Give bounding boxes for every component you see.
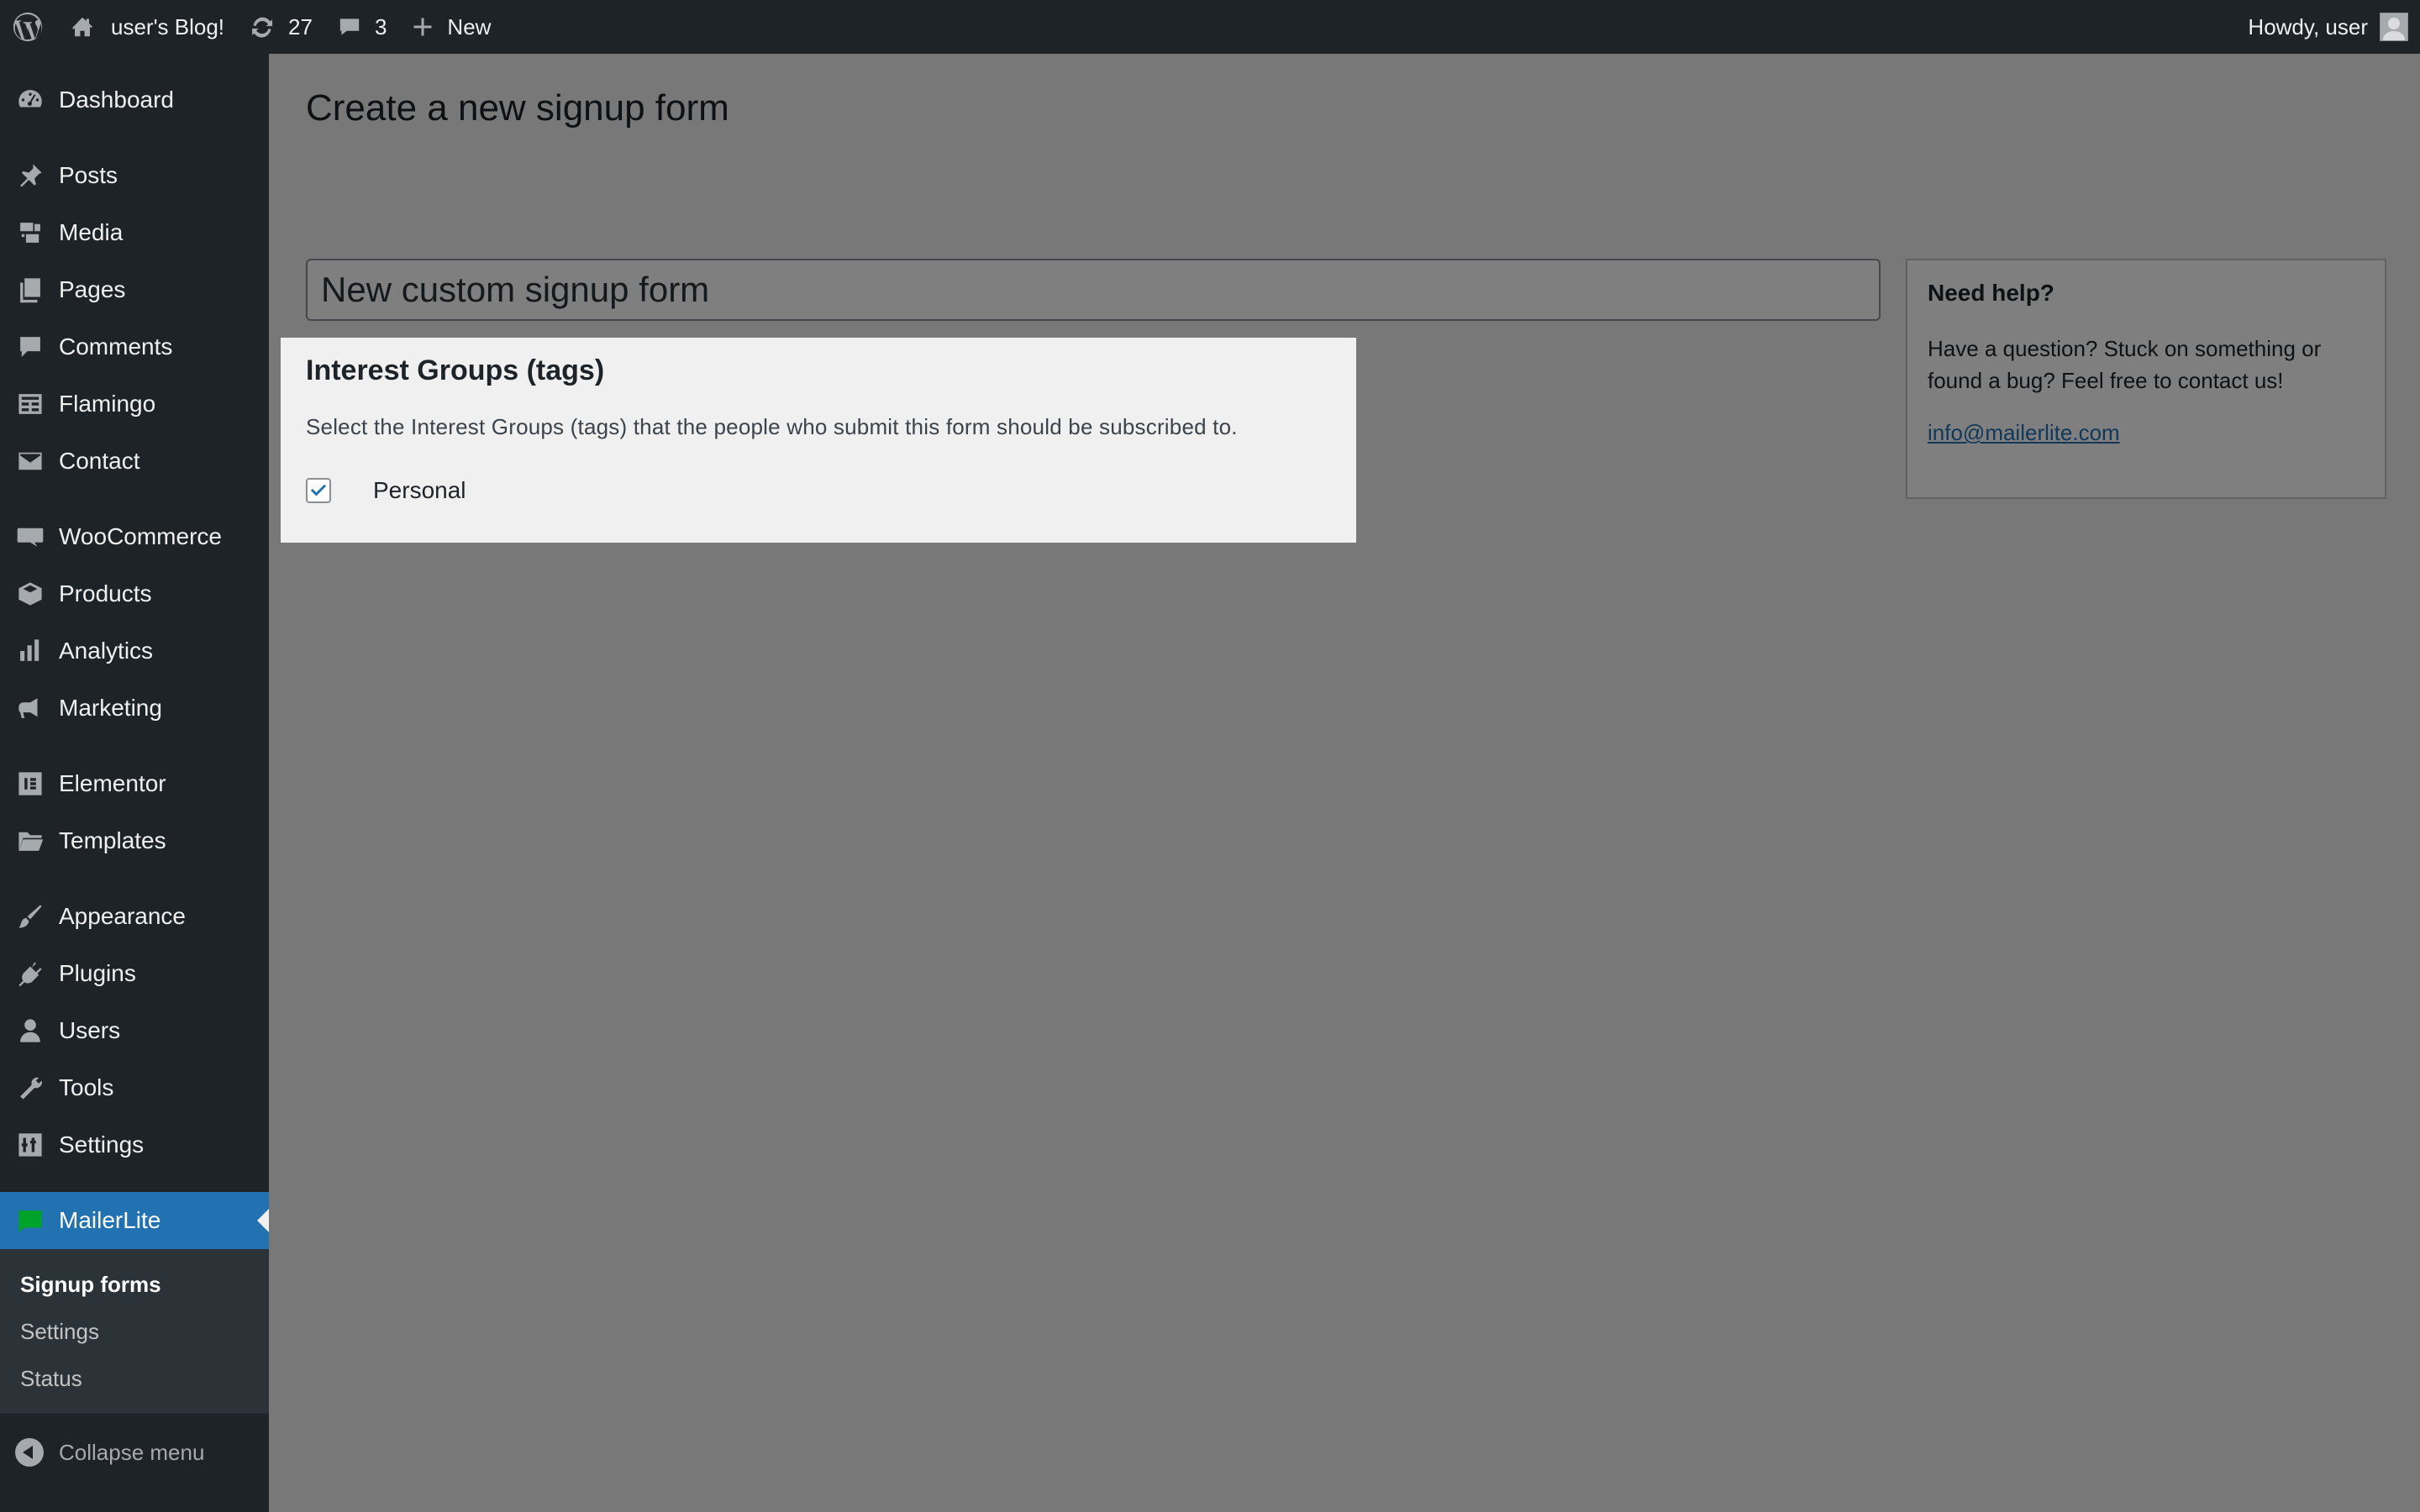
megaphone-icon	[15, 693, 45, 723]
sidebar-item-label: Elementor	[59, 770, 166, 796]
dashboard-icon	[15, 85, 45, 115]
sidebar-item-label: MailerLite	[59, 1207, 161, 1233]
howdy-text: Howdy, user	[2248, 13, 2368, 39]
new-content-link[interactable]: New	[398, 0, 502, 54]
plug-icon	[15, 958, 45, 989]
comments-count: 3	[374, 13, 387, 39]
sidebar-item-flamingo[interactable]: Flamingo	[0, 375, 269, 433]
sidebar-item-label: Dashboard	[59, 87, 174, 113]
submenu-signup-forms[interactable]: Signup forms	[0, 1261, 269, 1308]
admin-sidebar: Dashboard Posts Media Pages Comments Fla…	[0, 54, 269, 1512]
modal-overlay[interactable]	[269, 54, 2420, 1512]
mailerlite-submenu: Signup forms Settings Status	[0, 1249, 269, 1414]
sidebar-item-label: Media	[59, 219, 124, 245]
sidebar-item-label: Products	[59, 580, 152, 606]
sidebar-item-contact[interactable]: Contact	[0, 433, 269, 490]
sidebar-item-label: Marketing	[59, 695, 162, 721]
media-icon	[15, 218, 45, 248]
submenu-settings[interactable]: Settings	[0, 1308, 269, 1355]
sidebar-item-analytics[interactable]: Analytics	[0, 622, 269, 680]
elementor-icon	[15, 769, 45, 799]
sidebar-item-label: Settings	[59, 1131, 145, 1158]
panel-title: Interest Groups (tags)	[306, 354, 605, 386]
wordpress-logo-icon[interactable]	[0, 0, 57, 54]
sidebar-item-comments[interactable]: Comments	[0, 318, 269, 375]
user-icon	[15, 1016, 45, 1046]
sidebar-item-label: Plugins	[59, 960, 136, 986]
mailerlite-icon	[15, 1205, 45, 1236]
collapse-icon	[15, 1438, 44, 1467]
site-name: user's Blog!	[111, 13, 225, 39]
sidebar-item-label: Posts	[59, 162, 118, 188]
sliders-icon	[15, 1130, 45, 1160]
sidebar-item-dashboard[interactable]: Dashboard	[0, 71, 269, 129]
flamingo-icon	[15, 389, 45, 419]
sidebar-item-products[interactable]: Products	[0, 565, 269, 622]
brush-icon	[15, 901, 45, 932]
sidebar-item-templates[interactable]: Templates	[0, 812, 269, 869]
plus-icon	[413, 18, 432, 36]
sidebar-item-users[interactable]: Users	[0, 1002, 269, 1059]
wrench-icon	[15, 1073, 45, 1103]
avatar	[2380, 13, 2408, 41]
sidebar-item-tools[interactable]: Tools	[0, 1059, 269, 1116]
interest-groups-panel: Interest Groups (tags) Select the Intere…	[281, 338, 1356, 543]
pages-icon	[15, 275, 45, 305]
updates-link[interactable]: 27	[236, 0, 324, 54]
box-icon	[15, 579, 45, 609]
sidebar-item-label: Comments	[59, 333, 173, 360]
admin-bar: user's Blog! 27 3 New Howdy, user	[0, 0, 2420, 54]
sidebar-item-label: Pages	[59, 276, 126, 302]
mail-icon	[15, 446, 45, 476]
sidebar-item-pages[interactable]: Pages	[0, 261, 269, 318]
checkbox-label: Personal	[373, 477, 466, 503]
personal-checkbox[interactable]	[306, 478, 331, 503]
sidebar-item-label: Tools	[59, 1074, 114, 1100]
site-name-link[interactable]: user's Blog!	[57, 0, 236, 54]
interest-group-option: Personal	[306, 477, 1331, 504]
sidebar-item-woocommerce[interactable]: WooCommerce	[0, 508, 269, 565]
sidebar-item-label: Contact	[59, 448, 140, 474]
folder-icon	[15, 826, 45, 856]
sidebar-item-label: Users	[59, 1017, 121, 1043]
comments-link[interactable]: 3	[324, 0, 398, 54]
sidebar-item-label: Appearance	[59, 903, 187, 929]
sidebar-item-posts[interactable]: Posts	[0, 147, 269, 204]
woo-icon	[15, 522, 45, 552]
account-menu[interactable]: Howdy, user	[2236, 0, 2420, 54]
sidebar-item-media[interactable]: Media	[0, 204, 269, 261]
bar-chart-icon	[15, 636, 45, 666]
sidebar-item-label: Analytics	[59, 638, 154, 664]
sidebar-item-marketing[interactable]: Marketing	[0, 680, 269, 737]
collapse-menu-button[interactable]: Collapse menu	[0, 1420, 269, 1484]
comment-icon	[15, 332, 45, 362]
sidebar-item-label: WooCommerce	[59, 523, 222, 549]
sidebar-item-elementor[interactable]: Elementor	[0, 755, 269, 812]
update-icon	[252, 17, 273, 38]
sidebar-item-mailerlite[interactable]: MailerLite	[0, 1192, 269, 1249]
panel-description: Select the Interest Groups (tags) that t…	[306, 414, 1238, 439]
sidebar-item-appearance[interactable]: Appearance	[0, 888, 269, 945]
sidebar-item-label: Templates	[59, 827, 166, 853]
submenu-status[interactable]: Status	[0, 1355, 269, 1402]
sidebar-item-label: Flamingo	[59, 391, 156, 417]
checkmark-icon	[310, 484, 327, 496]
comment-icon	[339, 18, 360, 35]
new-label: New	[447, 13, 492, 39]
home-icon	[72, 17, 92, 37]
pin-icon	[15, 160, 45, 191]
sidebar-item-plugins[interactable]: Plugins	[0, 945, 269, 1002]
updates-count: 27	[288, 13, 313, 39]
collapse-label: Collapse menu	[59, 1439, 205, 1465]
sidebar-item-settings[interactable]: Settings	[0, 1116, 269, 1173]
